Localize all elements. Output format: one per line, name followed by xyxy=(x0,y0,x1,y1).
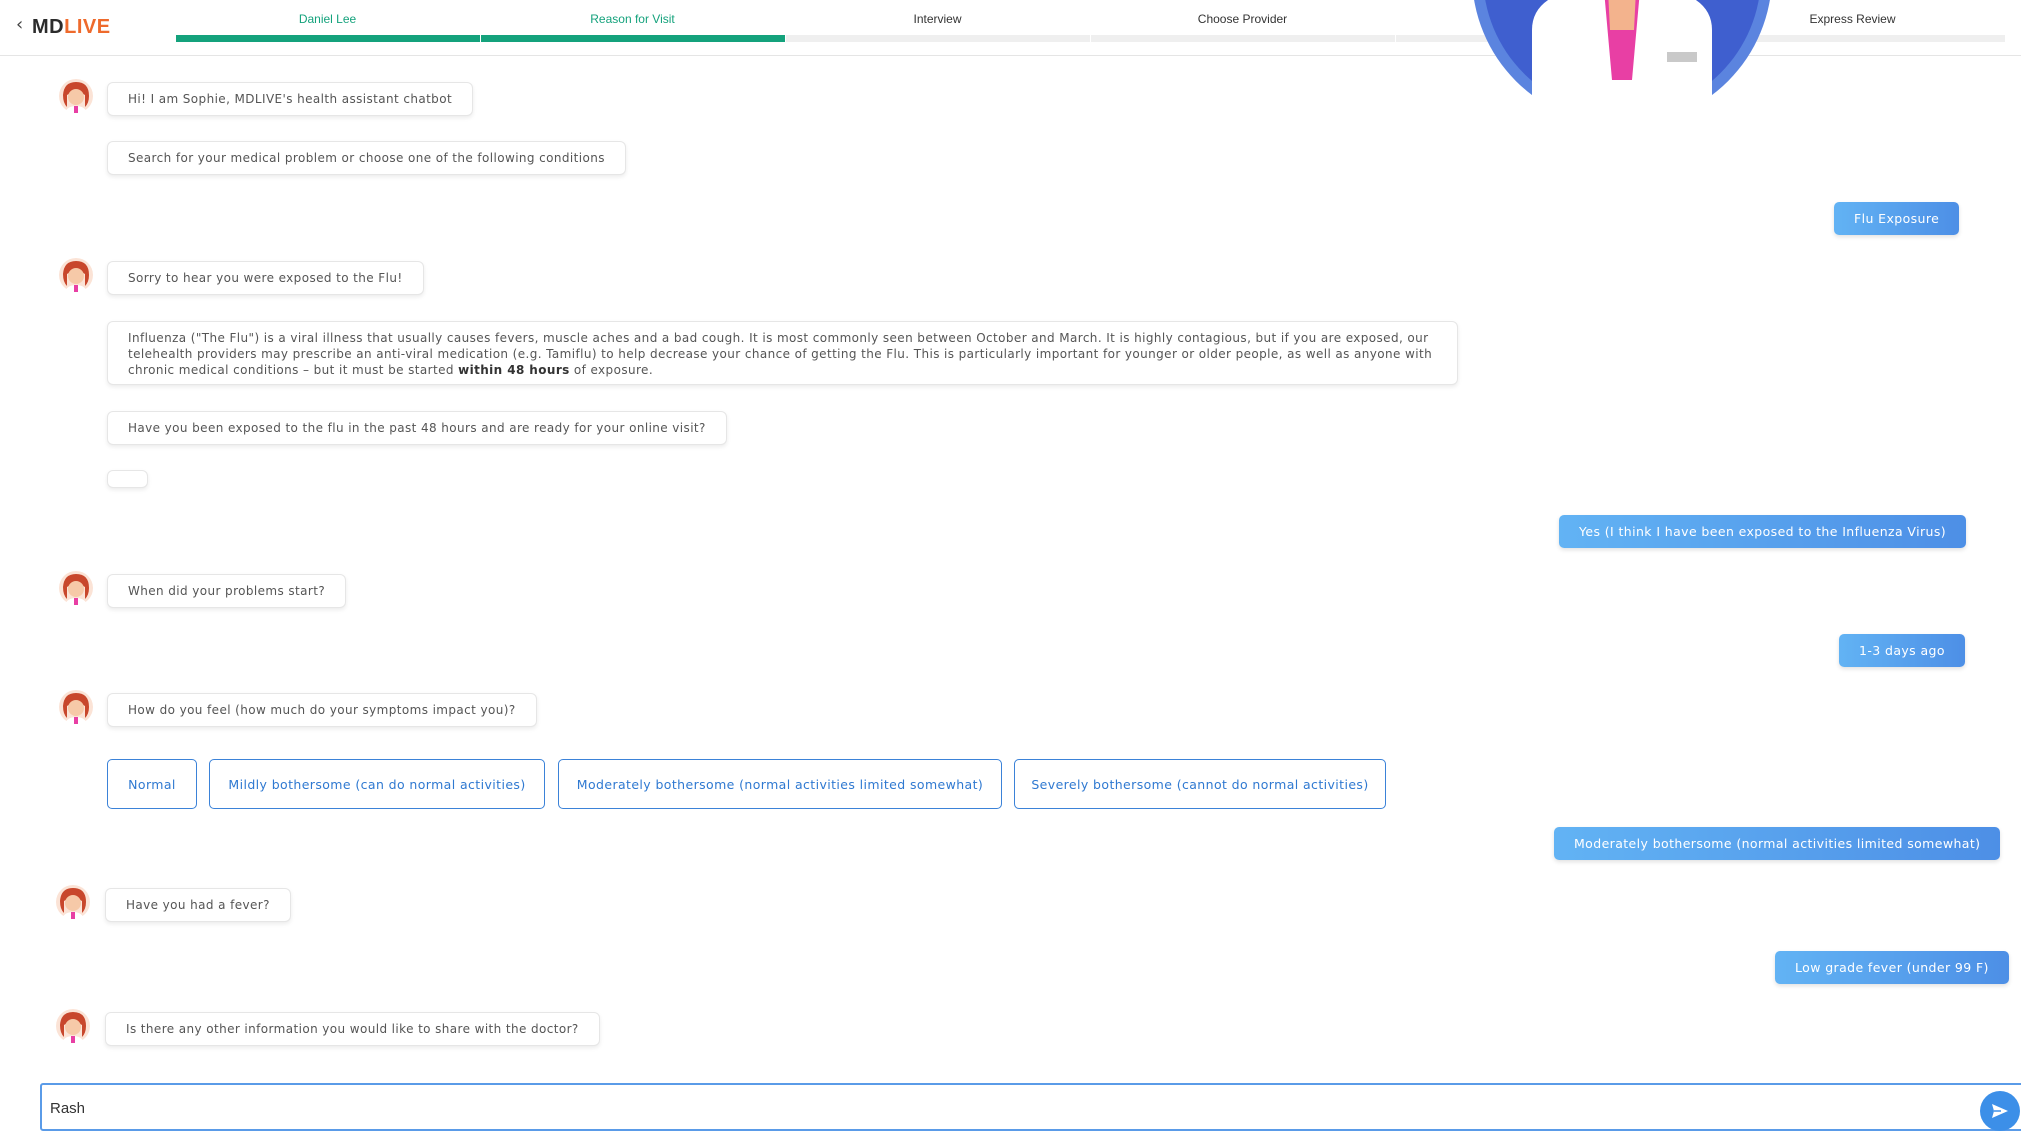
user-message: Flu Exposure xyxy=(1834,202,1960,235)
option-moderately-bothersome[interactable]: Moderately bothersome (normal activities… xyxy=(558,759,1002,809)
chevron-left-icon[interactable]: ‹ xyxy=(16,14,23,35)
step-label: Choose Provider xyxy=(1197,12,1288,26)
send-button[interactable] xyxy=(1980,1091,2020,1131)
bot-message: Search for your medical problem or choos… xyxy=(107,141,626,175)
bot-message: Sorry to hear you were exposed to the Fl… xyxy=(107,261,424,295)
typing-placeholder-bubble xyxy=(107,470,148,488)
bot-message: How do you feel (how much do your sympto… xyxy=(107,693,537,727)
bot-message: Hi! I am Sophie, MDLIVE's health assista… xyxy=(107,82,474,116)
sophie-avatar xyxy=(59,258,93,292)
send-icon xyxy=(1992,1104,2008,1118)
step-interview: Interview xyxy=(785,0,1090,42)
flu-info-text: Influenza ("The Flu") is a viral illness… xyxy=(128,331,1433,377)
option-severely-bothersome[interactable]: Severely bothersome (cannot do normal ac… xyxy=(1014,759,1386,809)
sophie-avatar xyxy=(59,690,93,724)
step-bar xyxy=(175,35,480,42)
step-bar xyxy=(480,35,785,42)
sophie-large-avatar xyxy=(1474,0,1770,125)
sophie-avatar xyxy=(56,1009,90,1043)
option-normal[interactable]: Normal xyxy=(107,759,197,809)
message-input[interactable] xyxy=(50,1095,1930,1121)
bot-message-flu-info: Influenza ("The Flu") is a viral illness… xyxy=(107,321,1458,385)
message-composer xyxy=(40,1083,2021,1131)
step-provider: Choose Provider xyxy=(1090,0,1395,42)
step-reason: Reason for Visit xyxy=(480,0,785,42)
step-label: Daniel Lee xyxy=(298,12,357,26)
bot-message: When did your problems start? xyxy=(107,574,347,608)
mdlive-logo: MDLIVE xyxy=(32,16,111,38)
sophie-avatar xyxy=(59,79,93,113)
step-label: Interview xyxy=(913,12,962,26)
step-patient: Daniel Lee xyxy=(175,0,480,42)
user-message: Low grade fever (under 99 F) xyxy=(1775,951,2009,984)
step-bar xyxy=(1090,35,1395,42)
bot-message: Is there any other information you would… xyxy=(105,1012,600,1046)
user-message: Yes (I think I have been exposed to the … xyxy=(1559,515,1967,548)
option-mildly-bothersome[interactable]: Mildly bothersome (can do normal activit… xyxy=(209,759,545,809)
step-bar xyxy=(785,35,1090,42)
bot-message: Have you been exposed to the flu in the … xyxy=(107,411,727,445)
sophie-avatar xyxy=(56,885,90,919)
user-message: Moderately bothersome (normal activities… xyxy=(1554,827,2001,860)
sophie-avatar xyxy=(59,571,93,605)
user-message: 1-3 days ago xyxy=(1839,634,1965,667)
step-label: Reason for Visit xyxy=(590,12,675,26)
bot-message: Have you had a fever? xyxy=(105,888,291,922)
